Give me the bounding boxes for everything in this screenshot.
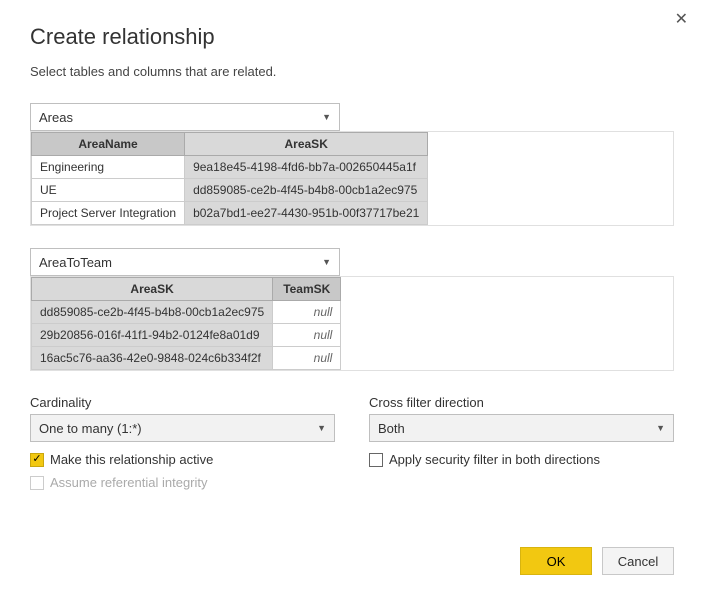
close-icon[interactable]: ✕	[675, 12, 688, 28]
chevron-down-icon: ▼	[322, 112, 331, 122]
table-row[interactable]: UEdd859085-ce2b-4f45-b4b8-00cb1a2ec975	[32, 179, 428, 202]
check-icon: ✓	[30, 453, 44, 467]
cancel-button[interactable]: Cancel	[602, 547, 674, 575]
dialog-subtitle: Select tables and columns that are relat…	[30, 64, 674, 79]
table-cell: null	[273, 301, 341, 324]
cardinality-dropdown[interactable]: One to many (1:*) ▼	[30, 414, 335, 442]
first-table-preview: AreaNameAreaSKEngineering9ea18e45-4198-4…	[30, 131, 674, 226]
make-active-checkbox[interactable]: ✓ Make this relationship active	[30, 452, 335, 467]
table-cell: 29b20856-016f-41f1-94b2-0124fe8a01d9	[32, 324, 273, 347]
chevron-down-icon: ▼	[317, 423, 326, 433]
table-cell: null	[273, 324, 341, 347]
make-active-label: Make this relationship active	[50, 452, 213, 467]
security-filter-label: Apply security filter in both directions	[389, 452, 600, 467]
table-row[interactable]: Engineering9ea18e45-4198-4fd6-bb7a-00265…	[32, 156, 428, 179]
referential-integrity-checkbox: Assume referential integrity	[30, 475, 335, 490]
first-table-dropdown[interactable]: Areas ▼	[30, 103, 340, 131]
crossfilter-label: Cross filter direction	[369, 395, 674, 410]
table-cell: b02a7bd1-ee27-4430-951b-00f37717be21	[185, 202, 428, 225]
referential-integrity-label: Assume referential integrity	[50, 475, 208, 490]
table-cell: dd859085-ce2b-4f45-b4b8-00cb1a2ec975	[185, 179, 428, 202]
column-header[interactable]: TeamSK	[273, 278, 341, 301]
crossfilter-dropdown[interactable]: Both ▼	[369, 414, 674, 442]
crossfilter-value: Both	[378, 421, 405, 436]
table-row[interactable]: 29b20856-016f-41f1-94b2-0124fe8a01d9null	[32, 324, 341, 347]
table-row[interactable]: dd859085-ce2b-4f45-b4b8-00cb1a2ec975null	[32, 301, 341, 324]
table-cell: UE	[32, 179, 185, 202]
chevron-down-icon: ▼	[322, 257, 331, 267]
table-cell: null	[273, 347, 341, 370]
checkbox-empty-icon	[30, 476, 44, 490]
table-cell: 9ea18e45-4198-4fd6-bb7a-002650445a1f	[185, 156, 428, 179]
chevron-down-icon: ▼	[656, 423, 665, 433]
second-table-preview: AreaSKTeamSKdd859085-ce2b-4f45-b4b8-00cb…	[30, 276, 674, 371]
cardinality-value: One to many (1:*)	[39, 421, 142, 436]
cardinality-label: Cardinality	[30, 395, 335, 410]
table-cell: dd859085-ce2b-4f45-b4b8-00cb1a2ec975	[32, 301, 273, 324]
column-header[interactable]: AreaSK	[185, 133, 428, 156]
table-row[interactable]: Project Server Integrationb02a7bd1-ee27-…	[32, 202, 428, 225]
second-table-dropdown[interactable]: AreaToTeam ▼	[30, 248, 340, 276]
checkbox-empty-icon	[369, 453, 383, 467]
column-header[interactable]: AreaSK	[32, 278, 273, 301]
table-cell: 16ac5c76-aa36-42e0-9848-024c6b334f2f	[32, 347, 273, 370]
ok-button[interactable]: OK	[520, 547, 592, 575]
security-filter-checkbox[interactable]: Apply security filter in both directions	[369, 452, 674, 467]
table-cell: Engineering	[32, 156, 185, 179]
table-cell: Project Server Integration	[32, 202, 185, 225]
second-table-value: AreaToTeam	[39, 255, 112, 270]
first-table-value: Areas	[39, 110, 73, 125]
dialog-title: Create relationship	[30, 24, 674, 50]
column-header[interactable]: AreaName	[32, 133, 185, 156]
table-row[interactable]: 16ac5c76-aa36-42e0-9848-024c6b334f2fnull	[32, 347, 341, 370]
